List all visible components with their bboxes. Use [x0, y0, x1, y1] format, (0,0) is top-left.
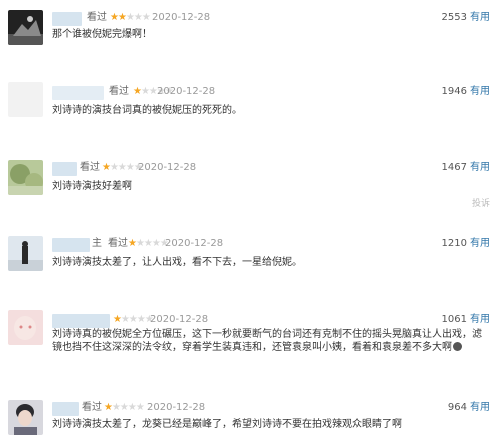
review-item: 看过 ★★★★★ 2020-12-28 1946 有用 刘诗诗的演技台词真的被倪妮…: [0, 82, 500, 134]
rating-stars: ★★★★★: [104, 402, 145, 413]
useful-button[interactable]: 有用: [470, 402, 490, 413]
useful-button[interactable]: 有用: [470, 314, 490, 325]
user-avatar[interactable]: [8, 310, 43, 345]
review-item: 主 看过 ★★★★★ 2020-12-28 1210 有用 刘诗诗演技太差了，让人…: [0, 236, 500, 286]
review-item: ★★★★★ 2020-12-28 1061 有用 刘诗诗真的被倪妮全方位碾压，这下…: [0, 310, 500, 372]
review-content: 刘诗诗演技好差啊: [52, 181, 132, 192]
vote-count[interactable]: 1467 有用: [442, 160, 490, 176]
username-suffix: 主: [92, 238, 102, 249]
review-date: 2020-12-28: [152, 12, 211, 23]
avatar-image: [8, 310, 43, 345]
review-item: 看过 ★★★★★ 2020-12-28 2553 有用 那个谁被倪妮完爆啊！: [0, 10, 500, 60]
rating-stars: ★★★★★: [110, 12, 151, 23]
vote-count[interactable]: 1061 有用: [442, 312, 490, 328]
avatar-image: [8, 400, 43, 435]
vote-count[interactable]: 2553 有用: [442, 10, 490, 26]
username[interactable]: [52, 402, 79, 416]
avatar-image: [8, 10, 43, 45]
user-avatar[interactable]: [8, 400, 43, 435]
review-text: 刘诗诗真的被倪妮全方位碾压，这下一秒就要断气的台词还有克制不住的摇头晃脑真让人出…: [52, 329, 482, 353]
review-date: 2020-12-28: [157, 86, 216, 97]
review-content: 那个谁被倪妮完爆啊！: [52, 29, 152, 40]
emoji-icon: [453, 342, 462, 351]
watched-label: 看过: [109, 86, 129, 97]
username[interactable]: [52, 314, 110, 328]
watched-label: 看过: [87, 12, 107, 23]
review-date: 2020-12-28: [138, 162, 197, 173]
vote-number: 1061: [441, 314, 467, 325]
vote-number: 1946: [441, 86, 467, 97]
vote-number: 1467: [441, 162, 467, 173]
rating-stars: ★★★★★: [102, 162, 143, 173]
useful-button[interactable]: 有用: [470, 238, 490, 249]
review-list: 看过 ★★★★★ 2020-12-28 2553 有用 那个谁被倪妮完爆啊！ 看过…: [0, 0, 500, 446]
review-date: 2020-12-28: [165, 238, 224, 249]
review-content: 刘诗诗演技太差了，龙葵已经是巅峰了，希望刘诗诗不要在拍戏辣观众眼睛了啊: [52, 419, 402, 430]
username[interactable]: [52, 162, 77, 176]
vote-count[interactable]: 1946 有用: [442, 84, 490, 100]
review-content: 刘诗诗的演技台词真的被倪妮压的死死的。: [52, 105, 242, 116]
user-avatar[interactable]: [8, 236, 43, 271]
useful-button[interactable]: 有用: [470, 162, 490, 173]
username[interactable]: [52, 238, 90, 252]
vote-count[interactable]: 1210 有用: [442, 236, 490, 252]
vote-count[interactable]: 964 有用: [448, 400, 490, 416]
watched-label: 看过: [108, 238, 128, 249]
avatar-image: [8, 236, 43, 271]
vote-number: 1210: [441, 238, 467, 249]
useful-button[interactable]: 有用: [470, 86, 490, 97]
avatar-image: [8, 160, 43, 195]
user-avatar[interactable]: [8, 160, 43, 195]
vote-number: 2553: [441, 12, 467, 23]
username[interactable]: [52, 12, 82, 26]
watched-label: 看过: [82, 402, 102, 413]
review-date: 2020-12-28: [147, 402, 206, 413]
review-item: 看过 ★★★★★ 2020-12-28 964 有用 刘诗诗演技太差了，龙葵已经是…: [0, 400, 500, 446]
rating-stars: ★★★★★: [128, 238, 169, 249]
useful-button[interactable]: 有用: [470, 12, 490, 23]
username[interactable]: [52, 86, 104, 100]
avatar-image: [8, 82, 43, 117]
review-content: 刘诗诗真的被倪妮全方位碾压，这下一秒就要断气的台词还有克制不住的摇头晃脑真让人出…: [52, 328, 490, 354]
watched-label: 看过: [80, 162, 100, 173]
review-date: 2020-12-28: [150, 314, 209, 325]
rating-stars: ★★★★★: [113, 314, 154, 325]
vote-number: 964: [447, 402, 467, 413]
review-item: 看过 ★★★★★ 2020-12-28 1467 有用 刘诗诗演技好差啊 投诉: [0, 160, 500, 210]
user-avatar[interactable]: [8, 82, 43, 117]
review-content: 刘诗诗演技太差了，让人出戏，看不下去，一星给倪妮。: [52, 257, 302, 268]
user-avatar[interactable]: [8, 10, 43, 45]
report-link[interactable]: 投诉: [472, 196, 490, 209]
